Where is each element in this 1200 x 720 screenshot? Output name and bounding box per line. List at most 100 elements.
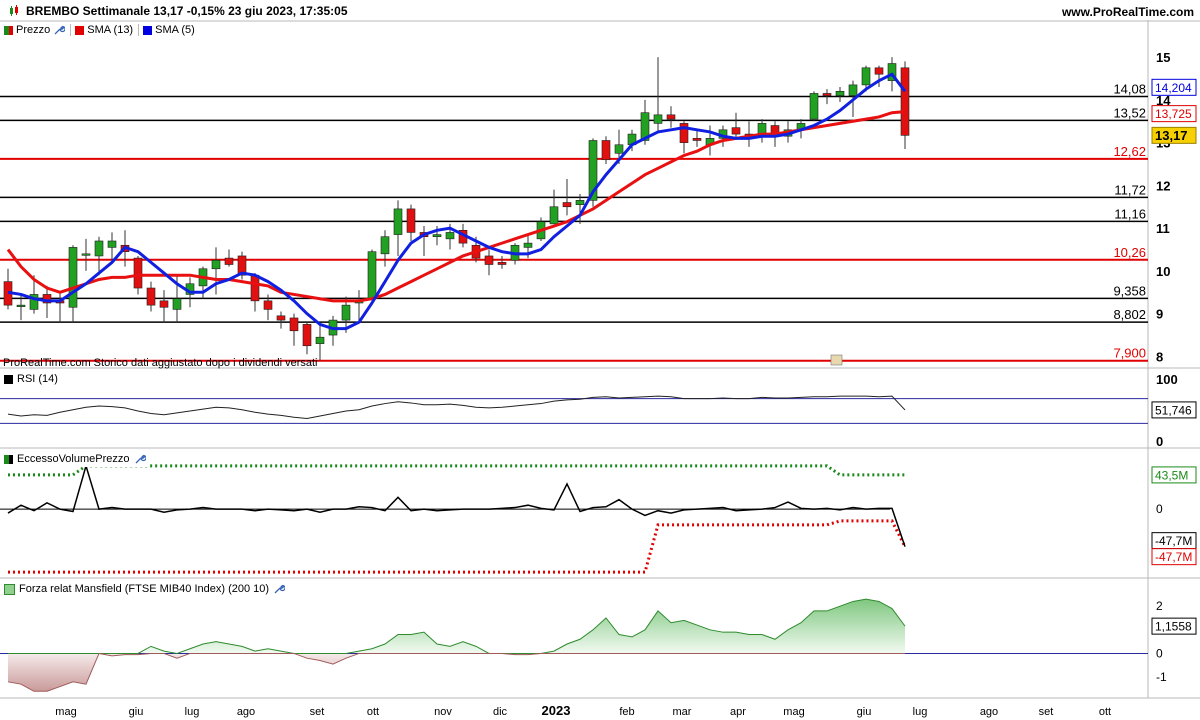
price-axis-tick: 8 (1156, 349, 1163, 364)
level-label-black: 14,08 (1113, 81, 1146, 96)
candle-body (263, 300, 273, 310)
volume-lower-badge-black-text: -47,7M (1155, 534, 1192, 548)
sma5-line (7, 72, 907, 331)
volume-green-dotted (8, 464, 905, 477)
sma13-badge: 13,725 (1151, 105, 1197, 123)
candle-body (276, 315, 286, 321)
x-axis-label: dic (493, 706, 508, 718)
mansfield-positive-area (8, 599, 905, 654)
candle-body (81, 253, 91, 256)
rsi-badge: 51,746 (1151, 401, 1197, 419)
candle-body (614, 144, 624, 154)
candle-body (861, 67, 871, 86)
volume-lower-badge-red-text: -47,7M (1155, 550, 1192, 564)
rsi-line (7, 395, 906, 419)
candle-body (68, 247, 78, 308)
candle-body (731, 127, 741, 135)
mansfield-negative-area (8, 653, 905, 692)
candle-body (250, 274, 260, 302)
candle-body (523, 242, 533, 248)
candle-body (874, 67, 884, 75)
candle-body (406, 208, 416, 233)
sma13-badge-text: 13,725 (1155, 107, 1192, 121)
candle-body (172, 298, 182, 310)
sma13-line (6, 110, 906, 303)
mansfield-axis-tick: 0 (1156, 646, 1163, 660)
x-axis-label: mag (55, 706, 76, 718)
x-axis-label: set (310, 706, 325, 718)
level-label-black: 11,72 (1114, 182, 1146, 197)
candle-body (822, 93, 832, 96)
x-axis-label: nov (434, 706, 452, 718)
candle-body (393, 208, 403, 235)
mansfield-legend-label: Forza relat Mansfield (FTSE MIB40 Index)… (19, 583, 270, 595)
candle-body (341, 304, 351, 321)
level-label-black: 8,802 (1113, 307, 1146, 322)
volume-upper-badge: 43,5M (1151, 466, 1197, 484)
x-axis-label: giu (129, 706, 144, 718)
price-axis-tick: 10 (1156, 264, 1170, 279)
wrench-icon[interactable] (134, 453, 146, 465)
level-label-black: 9,358 (1113, 283, 1146, 298)
rsi-legend-label: RSI (14) (17, 373, 58, 385)
candle-body (367, 251, 377, 300)
candle-body (432, 234, 442, 238)
candle-body (107, 240, 117, 248)
candle-body (94, 240, 104, 257)
mansfield-badge-text: 1,1558 (1155, 620, 1192, 634)
candle-body (575, 200, 585, 205)
mansfield-legend[interactable]: Forza relat Mansfield (FTSE MIB40 Index)… (2, 581, 288, 597)
candle-body (315, 336, 325, 344)
volume-black-line (7, 463, 906, 547)
mansfield-axis-tick: -1 (1156, 670, 1167, 684)
candle-body (835, 91, 845, 96)
level-label-red: 7,900 (1113, 346, 1146, 361)
level-label-black: 13,52 (1113, 105, 1146, 120)
x-axis-label: ago (237, 706, 255, 718)
candle-body (380, 236, 390, 255)
rsi-axis-tick: 0 (1156, 434, 1163, 449)
mansfield-negative-line (7, 652, 905, 692)
x-axis-label: ott (1099, 706, 1111, 718)
volume-red-dotted (8, 519, 907, 574)
candle-body (133, 257, 143, 289)
x-axis-label: 2023 (542, 703, 571, 718)
x-axis-label: mag (783, 706, 804, 718)
candle-body (848, 84, 858, 96)
candle-body (562, 202, 572, 208)
candle-body (484, 255, 494, 265)
candle-body (146, 287, 156, 306)
volume-legend-label: EccessoVolumePrezzo (17, 453, 130, 465)
event-marker-icon (830, 354, 843, 366)
volume-axis-tick: 0 (1156, 502, 1163, 516)
x-axis-label: ago (980, 706, 998, 718)
x-axis-label: giu (857, 706, 872, 718)
price-axis-tick: 12 (1156, 178, 1170, 193)
x-axis-label: mar (673, 706, 692, 718)
rsi-legend[interactable]: RSI (14) (2, 371, 60, 387)
mansfield-swatch-icon (4, 583, 15, 595)
price-axis-tick: 11 (1156, 221, 1170, 236)
rsi-badge-text: 51,746 (1155, 403, 1192, 417)
rsi-swatch-icon (4, 374, 13, 384)
x-axis-label: set (1039, 706, 1054, 718)
candle-body (666, 114, 676, 120)
volume-legend[interactable]: EccessoVolumePrezzo (2, 451, 148, 467)
wrench-icon[interactable] (273, 583, 286, 595)
sma5-badge: 14,204 (1151, 78, 1197, 96)
candle-body (16, 304, 26, 307)
mansfield-badge: 1,1558 (1151, 617, 1197, 635)
candle-body (497, 262, 507, 265)
x-axis-label: feb (619, 706, 634, 718)
candle-body (549, 206, 559, 225)
last-price-badge: 13,17 (1151, 126, 1197, 144)
candle-body (653, 114, 663, 124)
candle-body (900, 67, 910, 136)
price-caption: ProRealTime.com Storico dati aggiustato … (3, 357, 318, 369)
candle-body (289, 317, 299, 332)
candle-body (445, 232, 455, 240)
x-axis-label: apr (730, 706, 746, 718)
candle-body (692, 138, 702, 141)
level-label-black: 11,16 (1114, 206, 1146, 221)
candle-body (809, 93, 819, 120)
